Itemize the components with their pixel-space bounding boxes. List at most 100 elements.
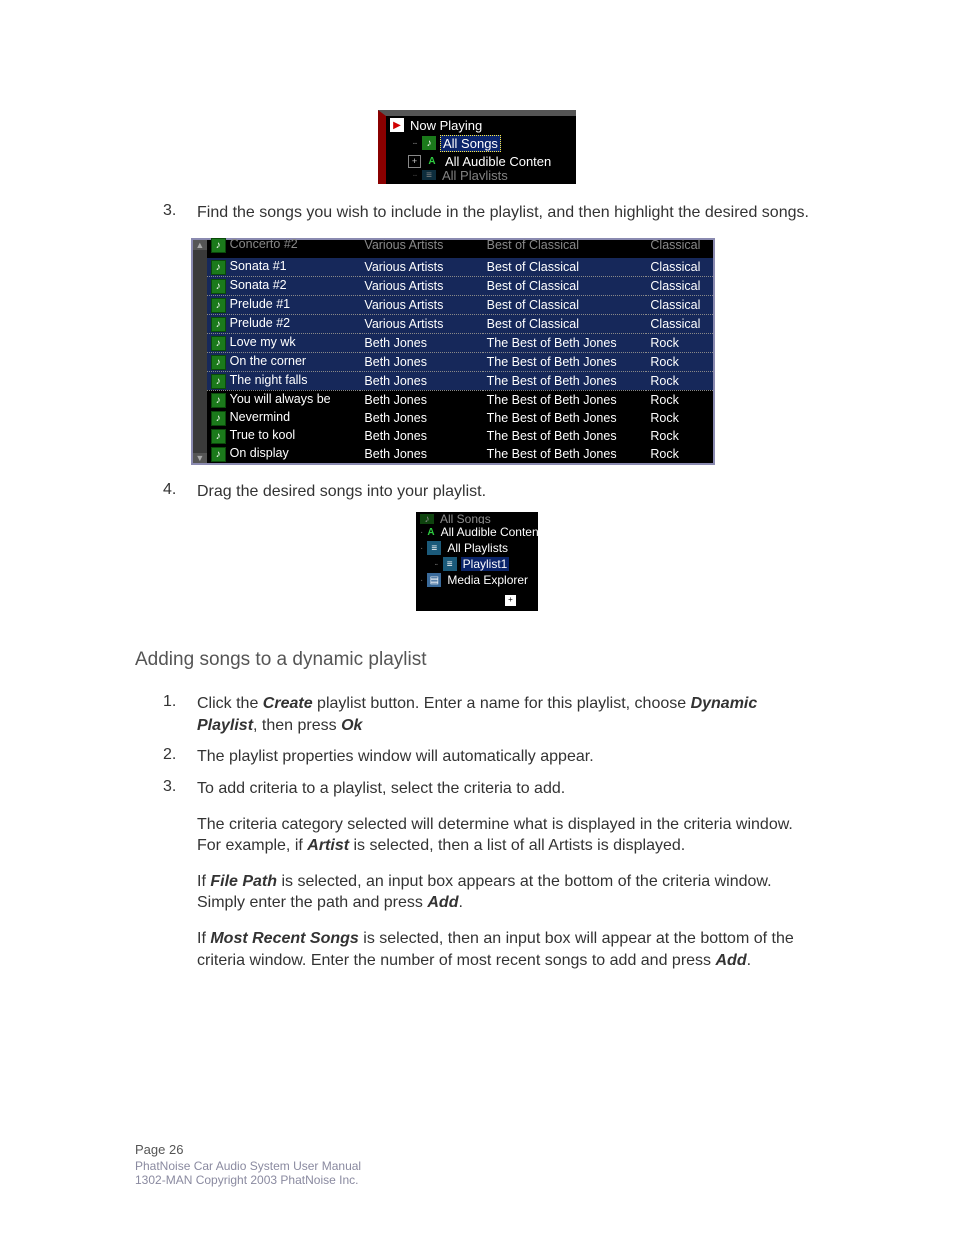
- song-artist-cell: Beth Jones: [360, 352, 482, 371]
- step-text: Drag the desired songs into your playlis…: [191, 481, 819, 503]
- tree-connector: ·: [420, 575, 421, 586]
- table-row[interactable]: ♪Sonata #1Various ArtistsBest of Classic…: [207, 258, 713, 277]
- play-icon: ▶: [390, 118, 404, 132]
- song-album-cell: The Best of Beth Jones: [483, 371, 647, 390]
- song-title-cell: ♪On the corner: [207, 352, 361, 371]
- instruction-step-4: 4. Drag the desired songs into your play…: [135, 481, 819, 503]
- tree-item-all-playlists[interactable]: · ≡ All Playlists: [418, 540, 538, 556]
- song-album-cell: The Best of Beth Jones: [483, 352, 647, 371]
- step-text: Find the songs you wish to include in th…: [191, 202, 819, 224]
- emphasis-most-recent: Most Recent Songs: [210, 930, 358, 947]
- screenshot-playlist-tree: ♪ All Songs · A All Audible Conten · ≡ A…: [416, 512, 538, 611]
- step-number: 4.: [135, 481, 191, 503]
- song-album-cell: The Best of Beth Jones: [483, 445, 647, 463]
- tree-item-all-playlists[interactable]: ··· ≡ All Playlists: [386, 170, 576, 180]
- tree-label: Playlist1: [461, 557, 510, 571]
- document-page: ▶ Now Playing ··· ♪ All Songs + A All Au…: [0, 0, 954, 1235]
- song-genre-cell: Classical: [646, 258, 713, 277]
- song-title-cell: ♪Prelude #1: [207, 295, 361, 314]
- music-note-icon: ♪: [211, 279, 226, 294]
- tree-item-now-playing[interactable]: ▶ Now Playing: [386, 116, 576, 134]
- song-artist-cell: Beth Jones: [360, 409, 482, 427]
- tree-item-playlist1[interactable]: ·· ≡ Playlist1: [418, 556, 538, 572]
- table-row[interactable]: ♪Sonata #2Various ArtistsBest of Classic…: [207, 276, 713, 295]
- tree-item-all-audible[interactable]: + A All Audible Conten: [386, 152, 576, 170]
- tree-connector: ·: [420, 543, 421, 554]
- table-row[interactable]: ♪The night fallsBeth JonesThe Best of Be…: [207, 371, 713, 390]
- table-row[interactable]: ♪Prelude #2Various ArtistsBest of Classi…: [207, 314, 713, 333]
- step-number: 3.: [135, 202, 191, 224]
- song-artist-cell: Beth Jones: [360, 371, 482, 390]
- song-album-cell: The Best of Beth Jones: [483, 390, 647, 409]
- tree-label: All Songs: [438, 514, 493, 524]
- scrollbar[interactable]: ▲ ▼: [193, 240, 207, 463]
- page-number: Page 26: [135, 1142, 361, 1157]
- song-genre-cell: Classical: [646, 236, 713, 254]
- music-note-icon: ♪: [211, 374, 226, 389]
- dynamic-step-1: 1. Click the Create playlist button. Ent…: [135, 693, 819, 736]
- library-tab: [378, 116, 386, 184]
- song-title-cell: ♪Love my wk: [207, 333, 361, 352]
- tree-connector: ·: [420, 527, 421, 538]
- screenshot-library-tree: ▶ Now Playing ··· ♪ All Songs + A All Au…: [378, 110, 576, 184]
- table-row[interactable]: ♪You will always beBeth JonesThe Best of…: [207, 390, 713, 409]
- plus-icon: +: [505, 595, 516, 606]
- music-note-icon: ♪: [211, 429, 226, 444]
- footer-copyright: 1302-MAN Copyright 2003 PhatNoise Inc.: [135, 1173, 361, 1187]
- table-row[interactable]: ♪On displayBeth JonesThe Best of Beth Jo…: [207, 445, 713, 463]
- music-note-icon: ♪: [211, 336, 226, 351]
- table-row[interactable]: ♪Concerto #2Various ArtistsBest of Class…: [207, 240, 713, 258]
- step-text: To add criteria to a playlist, select th…: [191, 778, 819, 971]
- song-title-cell: ♪On display: [207, 445, 361, 463]
- songs-table: ♪Concerto #2Various ArtistsBest of Class…: [207, 240, 713, 463]
- step-number: 2.: [135, 746, 191, 768]
- step-number: 3.: [135, 778, 191, 971]
- song-genre-cell: Classical: [646, 295, 713, 314]
- tree-label: All Playlists: [445, 541, 510, 555]
- song-genre-cell: Rock: [646, 371, 713, 390]
- song-title-cell: ♪Prelude #2: [207, 314, 361, 333]
- step-text: The playlist properties window will auto…: [191, 746, 819, 768]
- song-genre-cell: Rock: [646, 333, 713, 352]
- tree-label: Media Explorer: [445, 573, 530, 587]
- song-title-cell: ♪Nevermind: [207, 409, 361, 427]
- table-row[interactable]: ♪Love my wkBeth JonesThe Best of Beth Jo…: [207, 333, 713, 352]
- tree-item-all-audible[interactable]: · A All Audible Conten: [418, 524, 538, 540]
- table-row[interactable]: ♪NevermindBeth JonesThe Best of Beth Jon…: [207, 409, 713, 427]
- dynamic-step-2: 2. The playlist properties window will a…: [135, 746, 819, 768]
- table-row[interactable]: ♪On the cornerBeth JonesThe Best of Beth…: [207, 352, 713, 371]
- playlist-icon: ≡: [422, 170, 436, 180]
- song-genre-cell: Rock: [646, 409, 713, 427]
- scroll-up-icon[interactable]: ▲: [193, 240, 207, 250]
- song-artist-cell: Various Artists: [360, 236, 482, 254]
- scroll-down-icon[interactable]: ▼: [193, 453, 207, 463]
- tree-label: Now Playing: [408, 118, 484, 133]
- tree-item-media-explorer[interactable]: · ▤ Media Explorer: [418, 572, 538, 588]
- songs-icon: ♪: [422, 136, 436, 150]
- tree-item-all-songs[interactable]: ♪ All Songs: [418, 514, 538, 524]
- song-album-cell: The Best of Beth Jones: [483, 409, 647, 427]
- song-artist-cell: Various Artists: [360, 295, 482, 314]
- playlist-icon: ≡: [427, 541, 441, 555]
- audible-icon: A: [427, 525, 434, 539]
- folder-icon: ▤: [427, 573, 441, 587]
- emphasis-ok: Ok: [341, 717, 362, 734]
- song-artist-cell: Beth Jones: [360, 445, 482, 463]
- drag-cursor: +: [418, 588, 538, 603]
- tree-item-all-songs[interactable]: ··· ♪ All Songs: [386, 134, 576, 152]
- emphasis-artist: Artist: [307, 837, 349, 854]
- music-note-icon: ♪: [211, 447, 226, 462]
- playlist-icon: ≡: [443, 557, 457, 571]
- song-artist-cell: Various Artists: [360, 314, 482, 333]
- songs-icon: ♪: [420, 514, 434, 524]
- music-note-icon: ♪: [211, 298, 226, 313]
- table-row[interactable]: ♪True to koolBeth JonesThe Best of Beth …: [207, 427, 713, 445]
- table-row[interactable]: ♪Prelude #1Various ArtistsBest of Classi…: [207, 295, 713, 314]
- song-genre-cell: Rock: [646, 445, 713, 463]
- song-title-cell: ♪You will always be: [207, 390, 361, 409]
- song-artist-cell: Beth Jones: [360, 333, 482, 352]
- expand-icon[interactable]: +: [408, 155, 421, 168]
- dynamic-step-3: 3. To add criteria to a playlist, select…: [135, 778, 819, 971]
- tree-connector: ··: [434, 559, 437, 570]
- song-artist-cell: Various Artists: [360, 276, 482, 295]
